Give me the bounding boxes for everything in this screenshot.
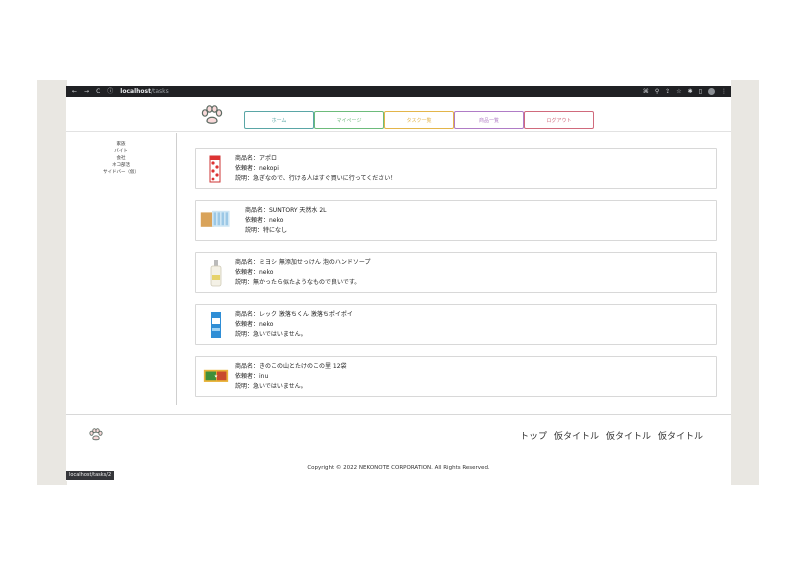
footer-links: トップ 仮タイトル 仮タイトル 仮タイトル — [520, 429, 710, 442]
task-requester: 依頼者：neko — [235, 269, 274, 276]
task-info: 商品名：ミヨシ 無添加せっけん 泡のハンドソープ 依頼者：neko 説明：無かったら… — [235, 258, 370, 288]
footer-divider — [66, 414, 731, 415]
task-product: 商品名：アポロ — [235, 155, 278, 162]
share-icon[interactable]: ⇪ — [665, 88, 670, 95]
url-host: localhost — [120, 88, 151, 95]
footer-link[interactable]: 仮タイトル — [658, 432, 703, 442]
task-requester: 依頼者：inu — [235, 373, 269, 380]
nav-button-2[interactable]: タスク一覧 — [384, 111, 454, 129]
task-product: 商品名：SUNTORY 天然水 2L — [245, 207, 327, 214]
url-path: /tasks — [150, 88, 169, 95]
task-requester: 依頼者：nekopi — [235, 165, 279, 172]
sidebar-item[interactable]: ネコ部活 — [66, 162, 176, 169]
nav-button-1[interactable]: マイページ — [314, 111, 384, 129]
svg-text:★: ★ — [214, 374, 218, 380]
status-bar-url: localhost/tasks/2 — [66, 471, 115, 480]
menu-icon[interactable]: ⋮ — [721, 88, 727, 95]
zoom-icon[interactable]: ⚲ — [655, 88, 659, 95]
sidebar: 家族 バイト 会社 ネコ部活 サイドバー（仮） — [66, 133, 177, 405]
task-info: 商品名：きのこの山とたけのこの里 12袋 依頼者：inu 説明：急いではいません。 — [235, 362, 347, 392]
browser-window: ← → C ⓘ localhost/tasks ⌘ ⚲ ⇪ ☆ ✱ ▯ ⋮ ホー… — [66, 86, 731, 481]
water-bottles-icon — [200, 206, 232, 236]
footer-link[interactable]: 仮タイトル — [554, 432, 599, 442]
cleaning-wipes-icon — [203, 310, 229, 340]
task-product: 商品名：ミヨシ 無添加せっけん 泡のハンドソープ — [235, 259, 371, 266]
task-description: 説明：急ぎなので、行ける人はすぐ買いに行ってください！ — [235, 175, 397, 182]
footer-link[interactable]: トップ — [520, 432, 547, 442]
nav-button-4[interactable]: ログアウト — [524, 111, 594, 129]
main-nav: ホーム マイページ タスク一覧 商品一覧 ログアウト — [244, 111, 594, 129]
soap-bottle-icon — [203, 258, 229, 288]
browser-tools: ⌘ ⚲ ⇪ ☆ ✱ ▯ ⋮ — [637, 86, 727, 97]
task-info: 商品名：SUNTORY 天然水 2L 依頼者：neko 説明：特になし — [245, 206, 327, 236]
reload-icon[interactable]: C — [96, 86, 100, 97]
sidebar-item[interactable]: サイドバー（仮） — [66, 169, 176, 176]
browser-nav: ← → C ⓘ — [66, 86, 120, 97]
forward-icon[interactable]: → — [84, 86, 89, 97]
sidebar-item[interactable]: 家族 — [66, 141, 176, 148]
task-info: 商品名：アポロ 依頼者：nekopi 説明：急ぎなので、行ける人はすぐ買いに行ってく… — [235, 154, 396, 184]
task-card[interactable]: 商品名：SUNTORY 天然水 2L 依頼者：neko 説明：特になし — [195, 200, 717, 241]
footer-paw-logo-icon[interactable] — [89, 428, 103, 441]
task-info: 商品名：レック 激落ちくん 激落ちポイポイ 依頼者：neko 説明：急いではいません… — [235, 310, 353, 340]
browser-toolbar: ← → C ⓘ localhost/tasks ⌘ ⚲ ⇪ ☆ ✱ ▯ ⋮ — [66, 86, 731, 97]
task-product: 商品名：きのこの山とたけのこの里 12袋 — [235, 363, 347, 370]
task-description: 説明：急いではいません。 — [235, 383, 307, 390]
task-card[interactable]: 商品名：アポロ 依頼者：nekopi 説明：急ぎなので、行ける人はすぐ買いに行ってく… — [195, 148, 717, 189]
nav-button-0[interactable]: ホーム — [244, 111, 314, 129]
task-product: 商品名：レック 激落ちくん 激落ちポイポイ — [235, 311, 353, 318]
nav-button-3[interactable]: 商品一覧 — [454, 111, 524, 129]
snack-box-icon: ★ — [203, 362, 229, 392]
address-bar[interactable]: localhost/tasks — [120, 86, 168, 97]
chocolate-box-icon — [203, 154, 229, 184]
sidepanel-icon[interactable]: ▯ — [699, 88, 702, 95]
paw-logo-icon[interactable] — [201, 105, 223, 125]
task-description: 説明：急いではいません。 — [235, 331, 307, 338]
back-icon[interactable]: ← — [72, 86, 77, 97]
site-header: ホーム マイページ タスク一覧 商品一覧 ログアウト — [66, 97, 731, 132]
task-card[interactable]: ★ 商品名：きのこの山とたけのこの里 12袋 依頼者：inu 説明：急いではいません。 — [195, 356, 717, 397]
copyright-text: Copyright © 2022 NEKONOTE CORPORATION. A… — [307, 465, 490, 471]
info-icon[interactable]: ⓘ — [107, 86, 113, 97]
profile-avatar[interactable] — [708, 88, 715, 95]
footer-link[interactable]: 仮タイトル — [606, 432, 651, 442]
extensions-icon[interactable]: ✱ — [688, 88, 693, 95]
background-shade-right — [731, 80, 759, 485]
task-requester: 依頼者：neko — [245, 217, 284, 224]
star-icon[interactable]: ☆ — [676, 88, 681, 95]
task-description: 説明：特になし — [245, 227, 288, 234]
task-card[interactable]: 商品名：ミヨシ 無添加せっけん 泡のハンドソープ 依頼者：neko 説明：無かったら… — [195, 252, 717, 293]
sidebar-item[interactable]: バイト — [66, 148, 176, 155]
translate-icon[interactable]: ⌘ — [643, 88, 649, 95]
task-description: 説明：無かったら似たようなもので良いです。 — [235, 279, 361, 286]
sidebar-item[interactable]: 会社 — [66, 155, 176, 162]
task-requester: 依頼者：neko — [235, 321, 274, 328]
background-shade-left — [37, 80, 67, 485]
task-card[interactable]: 商品名：レック 激落ちくん 激落ちポイポイ 依頼者：neko 説明：急いではいません… — [195, 304, 717, 345]
